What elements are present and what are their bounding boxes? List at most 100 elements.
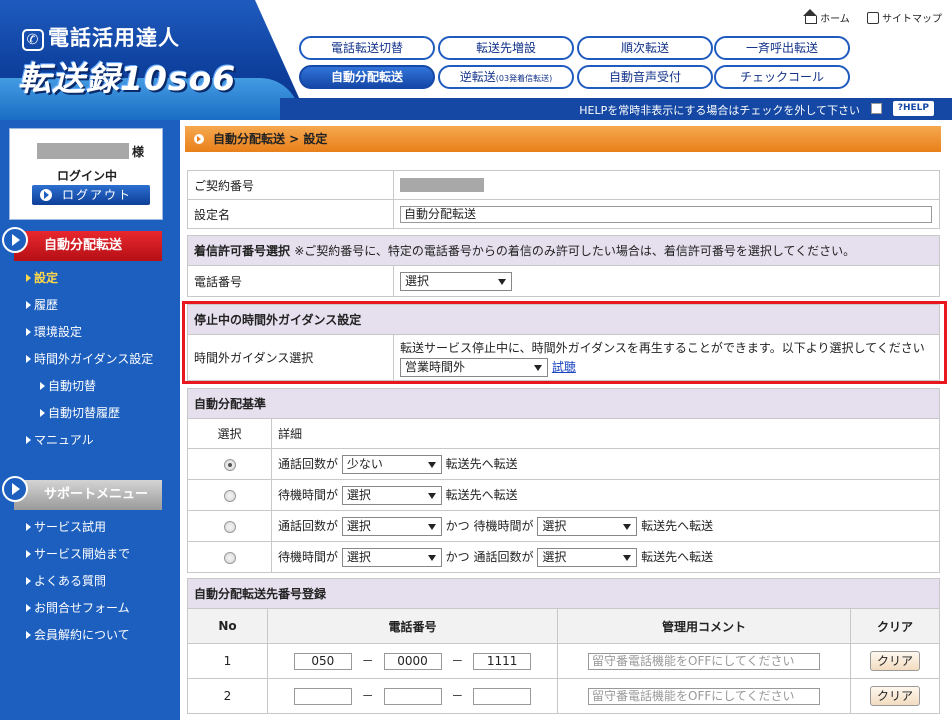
sidebar-item-contact[interactable]: お問合せフォーム <box>0 595 180 622</box>
criteria-radio[interactable] <box>223 458 236 471</box>
home-link[interactable]: ホーム <box>803 9 850 25</box>
col-no: No <box>187 608 268 644</box>
col-comment: 管理用コメント <box>557 608 851 644</box>
contract-value <box>393 170 940 200</box>
sidebar-item-trial[interactable]: サービス試用 <box>0 514 180 541</box>
sitemap-link[interactable]: サイトマップ <box>867 12 942 25</box>
section-title[interactable]: サポートメニュー <box>14 480 162 510</box>
phone-part3-input[interactable] <box>473 688 532 705</box>
help-checkbox[interactable] <box>871 103 882 114</box>
phone-part2-input[interactable]: 0000 <box>383 653 442 670</box>
phone-icon: ✆ <box>22 29 44 51</box>
sidebar-item-cancel[interactable]: 会員解約について <box>0 622 180 649</box>
chevron-down-icon <box>427 492 436 499</box>
home-icon <box>803 9 818 24</box>
criteria-detail: 待機時間が 選択 かつ 通話回数が 選択 転送先へ転送 <box>271 541 940 573</box>
top-links: ホーム サイトマップ <box>791 9 942 25</box>
criteria-col-select: 選択 <box>187 418 272 449</box>
sidebar-item-faq[interactable]: よくある質問 <box>0 568 180 595</box>
criteria-row: 通話回数が 少ない 転送先へ転送 <box>187 448 940 480</box>
main-content: 自動分配転送 > 設定 ご契約番号 設定名 自動分配転送 着信許可番号選択 ※ご… <box>185 126 947 720</box>
allow-heading: 着信許可番号選択 ※ご契約番号に、特定の電話番号からの着信のみ許可したい場合は、… <box>187 235 940 266</box>
nav-sequential[interactable]: 順次転送 <box>577 36 713 60</box>
comment-input[interactable]: 留守番電話機能をOFFにしてください <box>588 652 820 670</box>
username-suffix: 様 <box>132 145 145 159</box>
chevron-down-icon <box>427 554 436 561</box>
table-row: 2 － － 留守番電話機能をOFFにしてください クリア <box>187 678 940 714</box>
criteria-radio[interactable] <box>223 551 236 564</box>
criteria-radio[interactable] <box>223 489 236 502</box>
sidebar: 様 ログイン中 ログアウト 自動分配転送 設定 履歴 環境設定 時間外ガイダンス… <box>0 120 180 720</box>
guidance-try-link[interactable]: 試聴 <box>552 360 576 374</box>
help-button[interactable]: ?HELP <box>892 101 934 116</box>
row-no: 1 <box>187 643 268 679</box>
nav-forward-switch[interactable]: 電話転送切替 <box>299 36 435 60</box>
criteria-col-detail: 詳細 <box>271 418 940 449</box>
clear-button[interactable]: クリア <box>869 686 920 706</box>
guidance-description: 転送サービス停止中に、時間外ガイダンスを再生することができます。以下より選択して… <box>400 340 925 355</box>
logo[interactable]: ✆ 電話活用達人 転送録10so6 <box>0 0 300 120</box>
criteria-select-2[interactable]: 選択 <box>537 516 638 536</box>
chevron-down-icon <box>623 554 632 561</box>
phone-part1-input[interactable]: 050 <box>293 653 352 670</box>
criteria-radio-cell <box>187 479 272 511</box>
contract-label: ご契約番号 <box>187 170 394 200</box>
logout-button[interactable]: ログアウト <box>32 185 150 205</box>
sidebar-item-auto-switch-history[interactable]: 自動切替履歴 <box>0 400 180 427</box>
clear-button[interactable]: クリア <box>869 651 920 671</box>
allow-phone-cell: 選択 <box>393 265 940 297</box>
comment-input[interactable]: 留守番電話機能をOFFにしてください <box>588 687 820 705</box>
basic-table: ご契約番号 設定名 自動分配転送 <box>187 170 940 229</box>
sidebar-item-manual[interactable]: マニュアル <box>0 427 180 454</box>
phone-part3-input[interactable]: 1111 <box>473 653 532 670</box>
arrow-right-icon <box>40 189 52 201</box>
criteria-detail: 待機時間が 選択 転送先へ転送 <box>271 479 940 511</box>
sidebar-item-guidance[interactable]: 時間外ガイダンス設定 <box>0 346 180 373</box>
login-box: 様 ログイン中 ログアウト <box>9 128 163 220</box>
sidebar-item-auto-switch[interactable]: 自動切替 <box>0 373 180 400</box>
section-header: 自動分配転送 <box>0 227 180 261</box>
phone-part1-input[interactable] <box>293 688 352 705</box>
table-row: 1 050 － 0000 － 1111 留守番電話機能をOFFにしてください ク… <box>187 643 940 679</box>
nav-auto-voice[interactable]: 自動音声受付 <box>577 65 713 89</box>
nav-check-call[interactable]: チェックコール <box>714 65 850 89</box>
criteria-select[interactable]: 選択 <box>341 516 442 536</box>
row-no: 2 <box>187 678 268 714</box>
col-clear: クリア <box>850 608 940 644</box>
nav-add-destination[interactable]: 転送先増設 <box>438 36 574 60</box>
nav-auto-distribution[interactable]: 自動分配転送 <box>299 65 435 89</box>
guidance-label: 時間外ガイダンス選択 <box>187 334 394 381</box>
setting-name-cell: 自動分配転送 <box>393 199 940 229</box>
section-title[interactable]: 自動分配転送 <box>14 231 162 261</box>
criteria-row: 通話回数が 選択 かつ 待機時間が 選択 転送先へ転送 <box>187 510 940 542</box>
sidebar-item-settings[interactable]: 設定 <box>0 265 180 292</box>
help-text: HELPを常時非表示にする場合はチェックを外して下さい <box>579 104 860 117</box>
setting-name-input[interactable]: 自動分配転送 <box>400 205 932 223</box>
masked-contract-number <box>400 178 484 193</box>
criteria-select[interactable]: 選択 <box>341 547 442 567</box>
chevron-down-icon <box>534 364 542 371</box>
nav-simultaneous[interactable]: 一斉呼出転送 <box>714 36 850 60</box>
phone-part2-input[interactable] <box>383 688 442 705</box>
row-phone: 050 － 0000 － 1111 <box>267 643 558 679</box>
help-bar: HELPを常時非表示にする場合はチェックを外して下さい ?HELP <box>280 98 952 120</box>
criteria-select[interactable]: 選択 <box>341 485 442 505</box>
criteria-select-2[interactable]: 選択 <box>537 547 638 567</box>
allow-phone-select[interactable]: 選択 <box>400 271 512 291</box>
sidebar-item-start[interactable]: サービス開始まで <box>0 541 180 568</box>
destinations-table: 自動分配転送先番号登録 No 電話番号 管理用コメント クリア 1 050 － … <box>187 578 940 714</box>
criteria-detail: 通話回数が 選択 かつ 待機時間が 選択 転送先へ転送 <box>271 510 940 542</box>
criteria-row: 待機時間が 選択 かつ 通話回数が 選択 転送先へ転送 <box>187 541 940 573</box>
header: ✆ 電話活用達人 転送録10so6 ホーム サイトマップ 電話転送切替 転送先増設… <box>0 0 952 120</box>
chevron-down-icon <box>427 523 436 530</box>
guidance-select[interactable]: 営業時間外 <box>400 357 548 377</box>
sidebar-item-environment[interactable]: 環境設定 <box>0 319 180 346</box>
criteria-row: 待機時間が 選択 転送先へ転送 <box>187 479 940 511</box>
criteria-radio[interactable] <box>223 520 236 533</box>
sidebar-section-support: サポートメニュー サービス試用 サービス開始まで よくある質問 お問合せフォーム… <box>0 476 180 649</box>
criteria-select[interactable]: 少ない <box>341 454 442 474</box>
chevron-down-icon <box>498 278 506 285</box>
sidebar-item-history[interactable]: 履歴 <box>0 292 180 319</box>
guidance-cell: 転送サービス停止中に、時間外ガイダンスを再生することができます。以下より選択して… <box>393 334 940 381</box>
nav-reverse-forward[interactable]: 逆転送(03発着信転送) <box>438 65 574 89</box>
